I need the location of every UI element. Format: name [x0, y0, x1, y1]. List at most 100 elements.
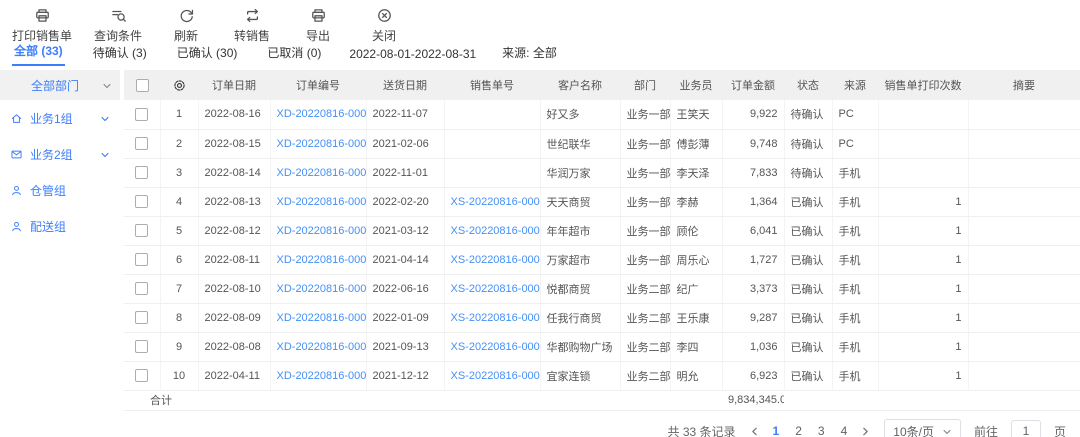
tab-pending[interactable]: 待确认 (3) — [91, 44, 149, 66]
next-page-arrow[interactable] — [860, 426, 871, 437]
sales-no-link[interactable]: XS-20220816-000015 — [451, 196, 541, 208]
order-no-link[interactable]: XD-20220816-000014 — [277, 225, 367, 237]
printer-icon — [34, 7, 51, 24]
row-checkbox[interactable] — [135, 108, 148, 121]
page-number-4[interactable]: 4 — [841, 424, 848, 437]
goto-page-input[interactable] — [1011, 420, 1041, 437]
delivery-date-cell: 2022-06-16 — [366, 274, 444, 303]
column-header-摘要[interactable]: 摘要 — [968, 70, 1080, 100]
select-all-checkbox[interactable] — [136, 79, 149, 92]
column-header-状态[interactable]: 状态 — [784, 70, 832, 100]
filter-tabs: 全部 (33) 待确认 (3) 已确认 (30) 已取消 (0) 2022-08-01-… — [0, 42, 1080, 66]
page-size-select[interactable]: 10条/页 — [884, 419, 961, 437]
order-no-link[interactable]: XD-20220816-000012 — [277, 283, 367, 295]
sales-no-link[interactable]: XS-20220816-000009 — [451, 370, 541, 382]
sidebar-item-仓管组[interactable]: 仓管组 — [0, 172, 120, 208]
row-checkbox[interactable] — [135, 282, 148, 295]
print-count-cell: 1 — [878, 332, 968, 361]
empty-cell — [270, 390, 366, 410]
date-range-filter[interactable]: 2022-08-01-2022-08-31 — [349, 47, 476, 66]
column-header-销售单打印次数[interactable]: 销售单打印次数 — [878, 70, 968, 100]
toolbar-button[interactable]: 关闭 — [362, 7, 406, 44]
page-number-3[interactable]: 3 — [818, 424, 825, 437]
column-header-来源[interactable]: 来源 — [832, 70, 878, 100]
empty-cell — [620, 390, 670, 410]
department-sidebar: 全部部门 业务1组业务2组仓管组配送组 — [0, 70, 120, 411]
column-header-部门[interactable]: 部门 — [620, 70, 670, 100]
column-header-销售单号[interactable]: 销售单号 — [444, 70, 540, 100]
order-no-link[interactable]: XD-20220816-000009 — [277, 370, 367, 382]
sales-no-link[interactable]: XS-20220816-000014 — [451, 225, 541, 237]
delivery-date-cell: 2022-11-07 — [366, 100, 444, 129]
source-cell: 手机 — [832, 361, 878, 390]
column-header-订单日期[interactable]: 订单日期 — [198, 70, 270, 100]
sidebar-item-业务2组[interactable]: 业务2组 — [0, 136, 120, 172]
empty-cell — [670, 390, 722, 410]
print-count-cell: 1 — [878, 361, 968, 390]
row-checkbox[interactable] — [135, 166, 148, 179]
sidebar-item-配送组[interactable]: 配送组 — [0, 208, 120, 244]
column-header-订单金额[interactable]: 订单金额 — [722, 70, 784, 100]
column-header-业务员[interactable]: 业务员 — [670, 70, 722, 100]
row-checkbox-cell — [124, 187, 160, 216]
sales-no-link[interactable]: XS-20220816-000013 — [451, 254, 541, 266]
order-no-link[interactable]: XD-20220816-000010 — [277, 341, 367, 353]
row-checkbox[interactable] — [135, 311, 148, 324]
close-circle-icon — [376, 7, 393, 24]
search-filter-icon — [110, 7, 127, 24]
sales-no-link[interactable]: XS-20220816-000010 — [451, 341, 541, 353]
tab-all[interactable]: 全部 (33) — [12, 42, 65, 66]
source-filter[interactable]: 来源: 全部 — [502, 44, 557, 66]
order-no-link[interactable]: XD-20220816-000011 — [277, 312, 367, 324]
order-no-link[interactable]: XD-20220816-000018 — [277, 108, 367, 120]
status-cell: 已确认 — [784, 274, 832, 303]
sales-no-link[interactable]: XS-20220816-000012 — [451, 283, 541, 295]
page-number-2[interactable]: 2 — [795, 424, 802, 437]
column-header-订单编号[interactable]: 订单编号 — [270, 70, 366, 100]
source-cell: 手机 — [832, 274, 878, 303]
salesperson-cell: 明允 — [670, 361, 722, 390]
department-select[interactable]: 全部部门 — [0, 70, 120, 100]
toolbar-button[interactable]: 查询条件 — [94, 7, 142, 44]
sidebar-item-label: 业务1组 — [30, 110, 93, 127]
order-no-link[interactable]: XD-20220816-000015 — [277, 196, 367, 208]
row-index-cell: 3 — [160, 158, 198, 187]
page-number-1[interactable]: 1 — [773, 424, 780, 437]
tab-cancelled[interactable]: 已取消 (0) — [265, 44, 323, 66]
order-no-cell: XD-20220816-000016 — [270, 158, 366, 187]
row-checkbox[interactable] — [135, 340, 148, 353]
toolbar-button-label: 查询条件 — [94, 27, 142, 44]
sales-no-link[interactable]: XS-20220816-000011 — [451, 312, 541, 324]
toolbar-button[interactable]: 刷新 — [164, 7, 208, 44]
gear-icon[interactable] — [172, 78, 187, 93]
chevron-down-icon — [100, 149, 110, 159]
tab-confirmed[interactable]: 已确认 (30) — [175, 44, 240, 66]
row-checkbox[interactable] — [135, 253, 148, 266]
order-no-link[interactable]: XD-20220816-000016 — [277, 167, 367, 179]
toolbar-button[interactable]: 导出 — [296, 7, 340, 44]
order-amount-cell: 6,041 — [722, 216, 784, 245]
order-date-cell: 2022-08-12 — [198, 216, 270, 245]
toolbar-button[interactable]: 转销售 — [230, 7, 274, 44]
summary-cell — [968, 332, 1080, 361]
row-checkbox[interactable] — [135, 369, 148, 382]
sidebar-item-label: 配送组 — [30, 218, 110, 235]
sales-no-cell — [444, 100, 540, 129]
toolbar-button[interactable]: 打印销售单 — [12, 7, 72, 44]
print-count-cell: 1 — [878, 216, 968, 245]
order-no-link[interactable]: XD-20220816-000017 — [277, 138, 367, 150]
column-header-送货日期[interactable]: 送货日期 — [366, 70, 444, 100]
row-checkbox[interactable] — [135, 224, 148, 237]
source-cell: 手机 — [832, 158, 878, 187]
row-checkbox[interactable] — [135, 137, 148, 150]
order-no-link[interactable]: XD-20220816-000013 — [277, 254, 367, 266]
table-row: 22022-08-15XD-20220816-0000172021-02-06世… — [124, 129, 1080, 158]
column-header-客户名称[interactable]: 客户名称 — [540, 70, 620, 100]
salesperson-cell: 王乐康 — [670, 303, 722, 332]
sidebar-item-业务1组[interactable]: 业务1组 — [0, 100, 120, 136]
summary-cell — [968, 100, 1080, 129]
prev-page-arrow[interactable] — [749, 426, 760, 437]
row-checkbox[interactable] — [135, 195, 148, 208]
department-cell: 业务二部 — [620, 303, 670, 332]
status-cell: 已确认 — [784, 187, 832, 216]
